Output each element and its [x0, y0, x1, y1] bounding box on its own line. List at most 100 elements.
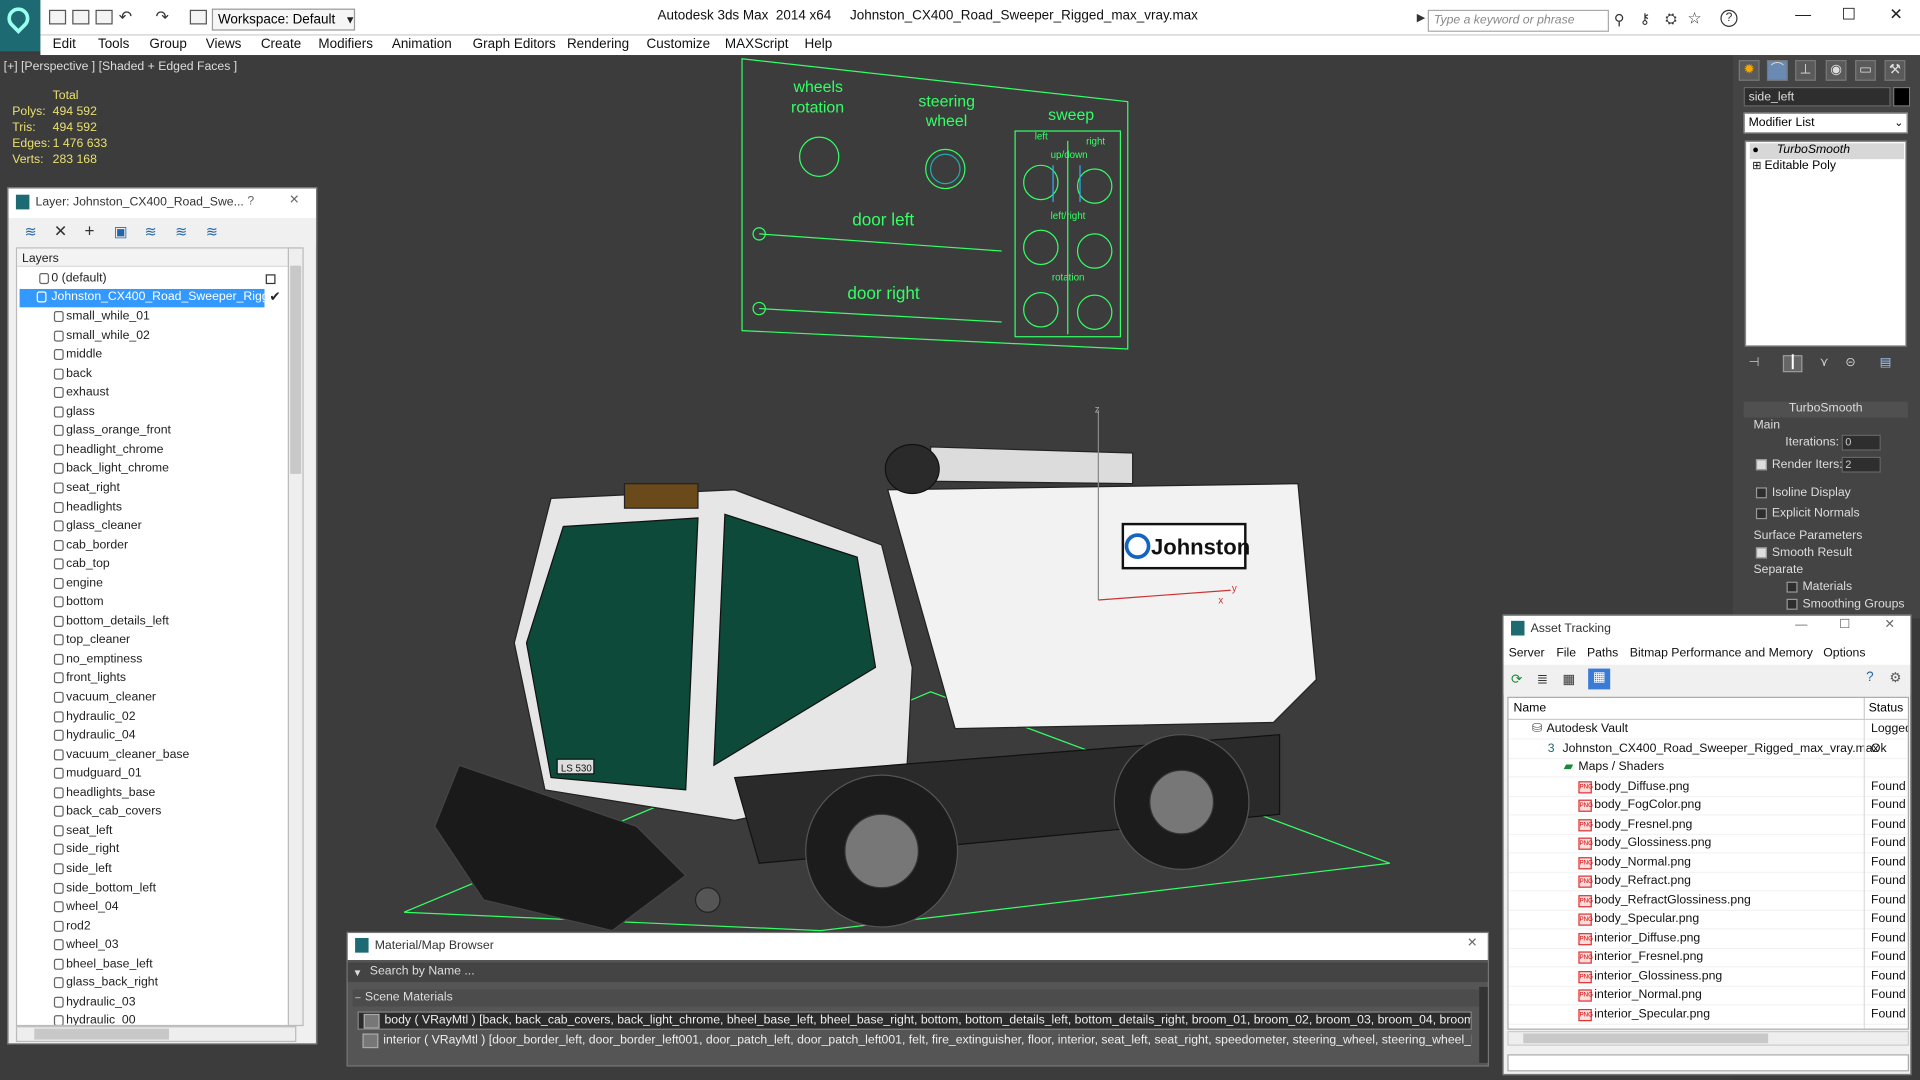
layer-row[interactable]: rod2 — [17, 918, 286, 936]
layer-row[interactable]: mudguard_01 — [17, 766, 286, 784]
asset-row[interactable]: ⛁ Autodesk Vault Logged — [1508, 721, 1908, 740]
remove-modifier-icon[interactable]: ⊝ — [1845, 356, 1855, 369]
list-view-icon[interactable]: ≣ — [1537, 671, 1548, 687]
configure-sets-icon[interactable]: ▤ — [1880, 356, 1892, 369]
refresh-icon[interactable]: ⟳ — [1511, 671, 1522, 687]
scroll-thumb[interactable] — [1523, 1033, 1769, 1044]
layer-row[interactable]: vacuum_cleaner — [17, 689, 286, 707]
asset-menu-file[interactable]: File — [1556, 647, 1576, 660]
layer-row[interactable]: glass_orange_front — [17, 423, 286, 441]
freeze-all-icon[interactable]: ≋ — [206, 223, 218, 240]
new-file-icon[interactable] — [48, 9, 67, 25]
rollout-turbosmooth[interactable]: TurboSmooth — [1743, 401, 1908, 418]
close-button[interactable]: ✕ — [289, 193, 299, 206]
layer-row[interactable]: hydraulic_02 — [17, 708, 286, 726]
layer-row[interactable]: hydraulic_00 — [17, 1013, 286, 1025]
layer-row[interactable]: glass_back_right — [17, 975, 286, 993]
layer-row[interactable]: middle — [17, 347, 286, 365]
layer-row[interactable]: headlights — [17, 499, 286, 517]
add-to-layer-icon[interactable]: + — [84, 220, 94, 240]
asset-row[interactable]: PNG interior_Fresnel.png Found — [1508, 949, 1908, 968]
asset-row[interactable]: PNG body_FogColor.png Found — [1508, 797, 1908, 816]
help-button[interactable]: ? — [247, 195, 254, 208]
menu-create[interactable]: Create — [261, 37, 301, 52]
hide-all-icon[interactable]: ≋ — [175, 223, 187, 240]
asset-row[interactable]: PNG body_Specular.png Found — [1508, 911, 1908, 930]
layer-row[interactable]: side_right — [17, 842, 286, 860]
asset-row[interactable]: PNG body_Glossiness.png Found — [1508, 835, 1908, 854]
asset-menu-server[interactable]: Server — [1509, 647, 1545, 660]
scene-materials-group[interactable]: Scene Materials — [352, 989, 1480, 1007]
layer-row[interactable]: headlight_chrome — [17, 442, 286, 460]
layer-row-default[interactable]: 0 (default) — [17, 271, 286, 289]
help-icon[interactable]: ? — [1720, 9, 1738, 27]
menu-help[interactable]: Help — [804, 37, 832, 52]
material-row-interior[interactable]: interior ( VRayMtl ) [door_border_left, … — [358, 1032, 1472, 1050]
collapse-icon[interactable]: – — [355, 992, 360, 1003]
workspace-dropdown[interactable]: Workspace: Default — [211, 8, 356, 31]
asset-row[interactable]: ▰ Maps / Shaders — [1508, 759, 1908, 778]
layer-row[interactable]: headlights_base — [17, 785, 286, 803]
layer-row[interactable]: glass — [17, 404, 286, 422]
layer-horizontal-scrollbar[interactable] — [15, 1026, 297, 1043]
layer-row[interactable]: exhaust — [17, 385, 286, 403]
layer-row[interactable]: hydraulic_03 — [17, 994, 286, 1012]
redo-icon[interactable]: ↷ — [156, 7, 169, 27]
delete-layer-icon[interactable]: ✕ — [54, 222, 67, 242]
checkmark-icon[interactable]: ✔ — [269, 289, 280, 305]
material-search-input[interactable]: Search by Name ... — [347, 962, 1488, 983]
hierarchy-tab-icon[interactable]: ⊥ — [1795, 60, 1816, 81]
menu-animation[interactable]: Animation — [392, 37, 452, 52]
isoline-checkbox[interactable] — [1755, 487, 1767, 499]
explicit-normals-checkbox[interactable] — [1755, 508, 1767, 520]
asset-path-field[interactable] — [1507, 1054, 1909, 1072]
asset-menu-options[interactable]: Options — [1823, 647, 1865, 660]
search-input[interactable]: Type a keyword or phrase — [1427, 9, 1609, 32]
layer-row[interactable]: seat_left — [17, 823, 286, 841]
asset-row[interactable]: PNG body_Normal.png Found — [1508, 854, 1908, 873]
save-file-icon[interactable] — [95, 9, 113, 25]
key-icon[interactable]: ⚷ — [1640, 10, 1651, 27]
render-iters-spinner[interactable]: 2 — [1841, 456, 1881, 473]
asset-row[interactable]: PNG body_Fresnel.png Found — [1508, 816, 1908, 835]
material-vertical-scrollbar[interactable] — [1479, 986, 1488, 1063]
menu-edit[interactable]: Edit — [53, 37, 76, 52]
asset-menu-bitmap-performance[interactable]: Bitmap Performance and Memory — [1630, 647, 1813, 660]
layer-row[interactable]: vacuum_cleaner_base — [17, 746, 286, 764]
layer-row[interactable]: small_while_02 — [17, 328, 286, 346]
menu-customize[interactable]: Customize — [647, 37, 711, 52]
layer-row[interactable]: wheel_04 — [17, 899, 286, 917]
iterations-spinner[interactable]: 0 — [1841, 434, 1881, 451]
scroll-thumb[interactable] — [290, 265, 302, 474]
menu-maxscript[interactable]: MAXScript — [725, 37, 789, 52]
app-logo-icon[interactable] — [0, 0, 41, 52]
stack-item-editable-poly[interactable]: ⊞ Editable Poly — [1750, 159, 1904, 175]
play-icon[interactable]: ▶ — [1417, 11, 1425, 24]
layer-row[interactable]: back_cab_covers — [17, 804, 286, 822]
layer-row[interactable]: front_lights — [17, 670, 286, 688]
menu-rendering[interactable]: Rendering — [567, 37, 629, 52]
asset-row[interactable]: PNG body_Diffuse.png Found — [1508, 778, 1908, 797]
asset-row[interactable]: PNG body_RefractGlossiness.png Found — [1508, 892, 1908, 911]
undo-icon[interactable]: ↶ — [119, 7, 132, 27]
minimize-icon[interactable]: — — [1795, 618, 1807, 631]
layer-row[interactable]: side_bottom_left — [17, 880, 286, 898]
lightbulb-icon[interactable]: ● — [1752, 143, 1759, 155]
modifier-list-dropdown[interactable]: Modifier List ⌄ — [1743, 112, 1908, 134]
asset-row[interactable]: PNG body_Refract.png Found — [1508, 873, 1908, 892]
maximize-icon[interactable]: ☐ — [1839, 618, 1850, 631]
binoculars-icon[interactable]: ⚲ — [1614, 11, 1625, 28]
layer-row[interactable]: glass_cleaner — [17, 518, 286, 536]
asset-menu-paths[interactable]: Paths — [1587, 647, 1618, 660]
layer-row[interactable]: bottom_details_left — [17, 613, 286, 631]
render-iters-checkbox[interactable] — [1755, 459, 1767, 471]
materials-checkbox[interactable] — [1786, 581, 1798, 593]
close-icon[interactable]: ✕ — [1889, 5, 1902, 25]
layer-row[interactable]: bheel_base_left — [17, 956, 286, 974]
layers-column-header[interactable]: Layers — [17, 248, 296, 267]
create-tab-icon[interactable]: ✹ — [1738, 60, 1760, 81]
display-tab-icon[interactable]: ▭ — [1855, 60, 1876, 81]
layer-row[interactable]: back_light_chrome — [17, 461, 286, 479]
menu-group[interactable]: Group — [149, 37, 186, 52]
layer-row[interactable]: top_cleaner — [17, 632, 286, 650]
